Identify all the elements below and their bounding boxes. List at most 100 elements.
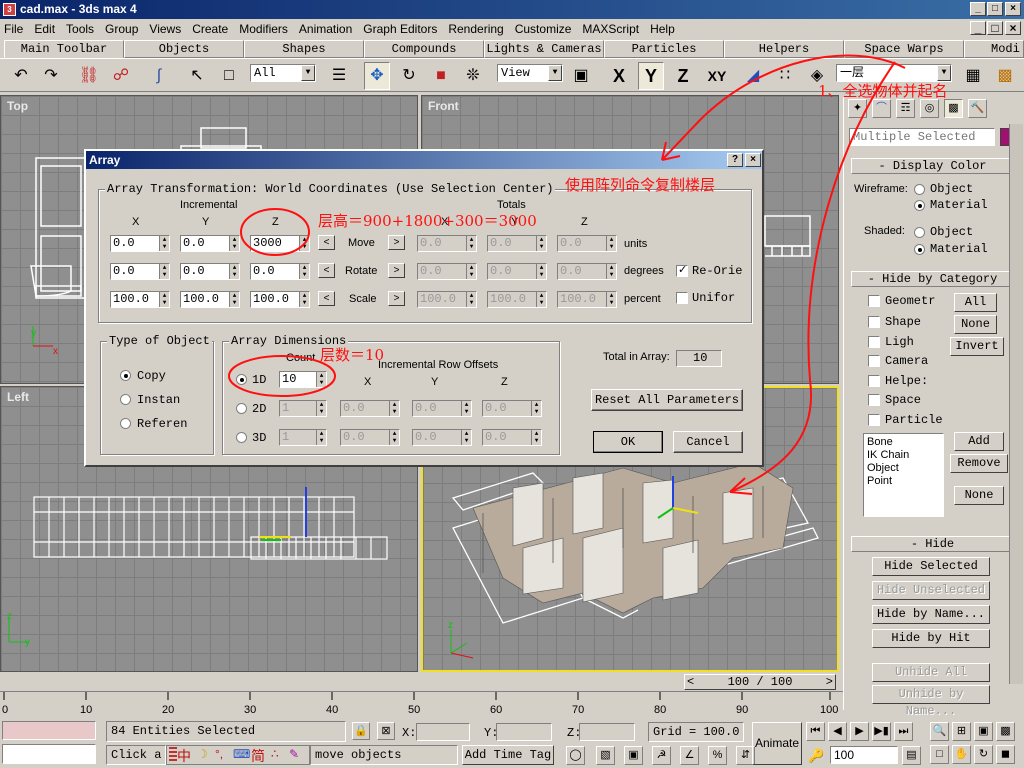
x-coord-field[interactable]: [416, 723, 470, 741]
spinner-arrows-icon[interactable]: ▲ ▼: [159, 292, 169, 307]
selection-lock-icon[interactable]: ◯: [566, 746, 585, 765]
ok-button[interactable]: OK: [593, 431, 663, 453]
scale-inc-z-spinner[interactable]: 100.0 ▲ ▼: [250, 291, 310, 308]
maxscript-listener-mini[interactable]: [2, 721, 96, 740]
tab-objects[interactable]: Objects: [124, 40, 244, 58]
spinner-arrows-icon[interactable]: ▲ ▼: [606, 292, 616, 307]
category-invert-button[interactable]: Invert: [950, 337, 1004, 356]
shaded-material-radio[interactable]: [914, 244, 925, 255]
offset-3d-y-spinner[interactable]: 0.0 ▲ ▼: [412, 429, 472, 446]
dialog-help-button[interactable]: ?: [727, 153, 743, 167]
scale-left-arrow-button[interactable]: <: [318, 291, 335, 306]
track-bar[interactable]: 0 10 20 30 40 50 60 70 80 90 100: [0, 691, 843, 718]
scale-tot-y-spinner[interactable]: 100.0 ▲ ▼: [487, 291, 547, 308]
move-left-arrow-button[interactable]: <: [318, 235, 335, 250]
category-add-button[interactable]: Add: [954, 432, 1004, 451]
dim-3d-radio[interactable]: [236, 432, 247, 443]
spinner-arrows-icon[interactable]: ▲ ▼: [389, 430, 399, 445]
motion-tab-icon[interactable]: ◎: [920, 99, 939, 118]
lock-selection-icon[interactable]: 🔒: [352, 722, 370, 740]
close-button[interactable]: ×: [1005, 2, 1021, 16]
undo-icon[interactable]: ↶: [8, 62, 34, 90]
category-list[interactable]: Bone IK Chain Object Point: [863, 433, 944, 517]
ime-keyboard-icon[interactable]: ⌨: [233, 747, 250, 761]
dialog-title-bar[interactable]: Array ? ×: [86, 151, 762, 169]
move-right-arrow-button[interactable]: >: [388, 235, 405, 250]
move-inc-x-spinner[interactable]: 0.0 ▲ ▼: [110, 235, 170, 252]
lights-checkbox[interactable]: [868, 336, 880, 348]
select-and-move-icon[interactable]: ✥: [364, 62, 390, 90]
slider-left-arrow-icon[interactable]: <: [687, 675, 694, 689]
instance-radio[interactable]: [120, 394, 131, 405]
rotate-tot-x-spinner[interactable]: 0.0 ▲ ▼: [417, 263, 477, 280]
key-mode-icon[interactable]: 🔑: [808, 748, 824, 764]
slider-right-arrow-icon[interactable]: >: [826, 675, 833, 689]
offset-3d-x-spinner[interactable]: 0.0 ▲ ▼: [340, 429, 400, 446]
snaps-icon[interactable]: ☭: [652, 746, 671, 765]
reference-coordinate-dropdown[interactable]: View ▼: [497, 64, 563, 82]
scale-tot-x-spinner[interactable]: 100.0 ▲ ▼: [417, 291, 477, 308]
restrict-x-button[interactable]: X: [606, 62, 632, 90]
zoom-extents-all-icon[interactable]: ▩: [996, 722, 1015, 741]
crossing-icon[interactable]: ▧: [596, 746, 615, 765]
select-object-icon[interactable]: ↖: [184, 62, 210, 90]
dim-1d-radio[interactable]: [236, 374, 247, 385]
spinner-arrows-icon[interactable]: ▲ ▼: [536, 264, 546, 279]
hide-rollout-header[interactable]: - Hide: [851, 536, 1014, 552]
ime-menu-icon[interactable]: ✎: [289, 747, 299, 761]
move-inc-z-spinner[interactable]: 3000 ▲ ▼: [250, 235, 310, 252]
go-to-end-icon[interactable]: ⏭: [894, 722, 913, 741]
restrict-xy-button[interactable]: XY: [702, 62, 732, 90]
restrict-z-button[interactable]: Z: [670, 62, 696, 90]
create-tab-icon[interactable]: ✦: [848, 99, 867, 118]
hide-by-hit-button[interactable]: Hide by Hit: [872, 629, 990, 648]
shaded-object-radio[interactable]: [914, 227, 925, 238]
wireframe-object-radio[interactable]: [914, 184, 925, 195]
pan-icon[interactable]: ✋: [952, 745, 971, 764]
tab-space-warps[interactable]: Space Warps: [844, 40, 964, 58]
spinner-arrows-icon[interactable]: ▲ ▼: [299, 292, 309, 307]
menu-modifiers[interactable]: Modifiers: [239, 22, 288, 36]
spinner-arrows-icon[interactable]: ▲ ▼: [531, 401, 541, 416]
absolute-mode-icon[interactable]: ⊠: [377, 722, 395, 740]
rotate-right-arrow-button[interactable]: >: [388, 263, 405, 278]
ime-chinese-mode[interactable]: 中: [177, 746, 191, 766]
spinner-arrows-icon[interactable]: ▲ ▼: [229, 236, 239, 251]
hierarchy-tab-icon[interactable]: ☶: [896, 99, 915, 118]
ime-simplified-mode[interactable]: 简: [251, 746, 265, 766]
minimize-button[interactable]: _: [970, 2, 986, 16]
menu-customize[interactable]: Customize: [515, 22, 572, 36]
move-inc-y-spinner[interactable]: 0.0 ▲ ▼: [180, 235, 240, 252]
select-and-scale-icon[interactable]: ■: [428, 62, 454, 90]
spinner-arrows-icon[interactable]: ▲ ▼: [606, 264, 616, 279]
spinner-arrows-icon[interactable]: ▲ ▼: [461, 401, 471, 416]
array-icon[interactable]: ∷: [772, 62, 798, 90]
category-none-button[interactable]: None: [954, 315, 997, 334]
tab-compounds[interactable]: Compounds: [364, 40, 484, 58]
list-item[interactable]: Bone: [867, 436, 940, 449]
time-slider-thumb[interactable]: < 100 / 100 >: [684, 674, 836, 690]
category-remove-button[interactable]: Remove: [950, 454, 1008, 473]
unhide-by-name-button[interactable]: Unhide by Name...: [872, 685, 990, 718]
schematic-view-icon[interactable]: ▩: [992, 62, 1018, 90]
previous-frame-icon[interactable]: ◀: [828, 722, 847, 741]
scale-right-arrow-button[interactable]: >: [388, 291, 405, 306]
tab-lights-cameras[interactable]: Lights & Cameras: [484, 40, 604, 58]
maximize-button[interactable]: □: [987, 2, 1003, 16]
wireframe-material-radio[interactable]: [914, 200, 925, 211]
menu-animation[interactable]: Animation: [299, 22, 352, 36]
menu-rendering[interactable]: Rendering: [448, 22, 503, 36]
zoom-icon[interactable]: 🔍: [930, 722, 949, 741]
spinner-arrows-icon[interactable]: ▲ ▼: [461, 430, 471, 445]
scale-tot-z-spinner[interactable]: 100.0 ▲ ▼: [557, 291, 617, 308]
menu-group[interactable]: Group: [105, 22, 138, 36]
menu-edit[interactable]: Edit: [34, 22, 55, 36]
scale-inc-x-spinner[interactable]: 100.0 ▲ ▼: [110, 291, 170, 308]
region-zoom-icon[interactable]: □: [930, 745, 949, 764]
menu-views[interactable]: Views: [149, 22, 181, 36]
count-3d-spinner[interactable]: 1 ▲ ▼: [279, 429, 327, 446]
cancel-button[interactable]: Cancel: [673, 431, 743, 453]
zoom-all-icon[interactable]: ⊞: [952, 722, 971, 741]
hide-unselected-button[interactable]: Hide Unselected: [872, 581, 990, 600]
time-configuration-icon[interactable]: ▤: [902, 746, 921, 765]
